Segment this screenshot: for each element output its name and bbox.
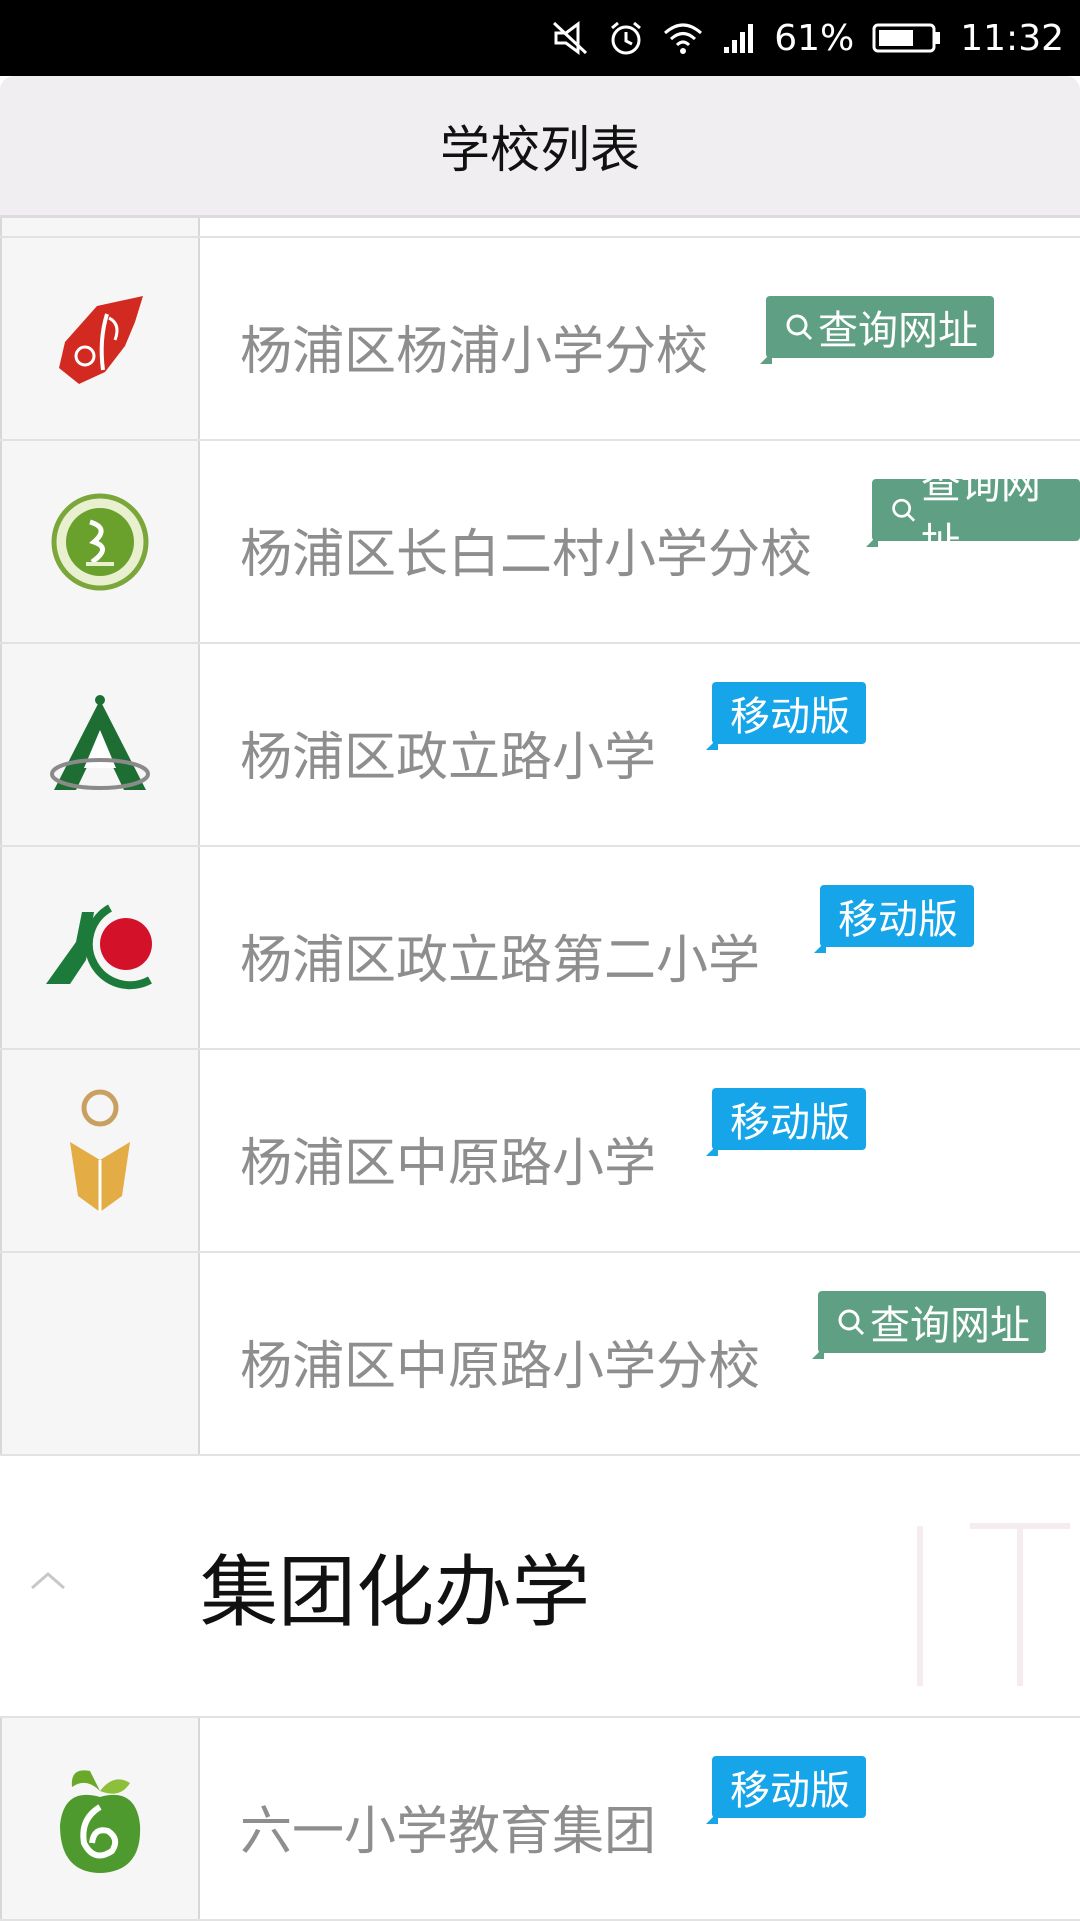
query-url-button[interactable]: 查询网址 [866, 462, 1080, 566]
green-apple-logo [0, 1718, 200, 1919]
search-icon [786, 314, 813, 341]
school-name: 杨浦区中原路小学分校 [240, 1337, 761, 1397]
green-a-logo [0, 644, 200, 845]
school-name: 杨浦区中原路小学 [240, 1134, 657, 1194]
school-row[interactable]: 杨浦区政立路第二小学 移动版 [0, 847, 1080, 1050]
wifi-icon [662, 18, 704, 58]
group-title: 集团化办学 [200, 1548, 591, 1638]
group-section-header[interactable]: 集团化办学 [0, 1456, 1080, 1718]
school-row[interactable]: 杨浦区中原路小学分校 查询网址 [0, 1253, 1080, 1456]
gold-figure-logo [0, 1050, 200, 1251]
page-header: 学校列表 [0, 76, 1080, 218]
mobile-version-button[interactable]: 移动版 [706, 682, 866, 750]
school-row[interactable]: 六一小学教育集团 移动版 [0, 1718, 1080, 1921]
mute-icon [552, 18, 590, 58]
query-url-button[interactable]: 查询网址 [760, 296, 994, 364]
clock: 11:32 [960, 17, 1064, 59]
tag-label: 移动版 [730, 1768, 850, 1814]
green-red-orb-logo [0, 847, 200, 1048]
mobile-version-button[interactable]: 移动版 [814, 885, 974, 953]
alarm-icon [608, 18, 644, 58]
school-name: 杨浦区杨浦小学分校 [240, 322, 709, 382]
page-title: 学校列表 [440, 120, 640, 179]
school-row[interactable]: 杨浦区长白二村小学分校 查询网址 [0, 441, 1080, 644]
school-name: 杨浦区政立路小学 [240, 728, 657, 788]
mobile-version-button[interactable]: 移动版 [706, 1088, 866, 1156]
chevron-up-icon[interactable] [28, 1568, 68, 1596]
status-bar: 61% 11:32 [0, 0, 1080, 76]
school-row[interactable]: 杨浦区中原路小学 移动版 [0, 1050, 1080, 1253]
green-seal-logo [0, 441, 200, 642]
tag-label: 查询网址 [920, 462, 1041, 566]
school-name: 杨浦区政立路第二小学 [240, 931, 761, 991]
partial-row [0, 218, 1080, 238]
query-url-button[interactable]: 查询网址 [812, 1291, 1046, 1359]
tag-label: 查询网址 [818, 308, 978, 354]
red-quill-logo [0, 238, 200, 439]
battery-icon [872, 18, 942, 58]
school-name: 杨浦区长白二村小学分校 [240, 525, 813, 585]
school-list: 杨浦区杨浦小学分校 查询网址 杨浦区长白二村小学分校 查询网址 杨浦区政立路小学… [0, 218, 1080, 1921]
signal-icon [722, 18, 756, 58]
school-row[interactable]: 杨浦区政立路小学 移动版 [0, 644, 1080, 847]
battery-percent: 61% [774, 17, 855, 59]
school-name: 六一小学教育集团 [240, 1802, 657, 1862]
tag-label: 移动版 [730, 694, 850, 740]
search-icon [892, 498, 916, 522]
mobile-version-button[interactable]: 移动版 [706, 1756, 866, 1824]
watermark-icon [900, 1516, 1080, 1700]
tag-label: 查询网址 [870, 1303, 1030, 1349]
search-icon [838, 1309, 865, 1336]
tag-label: 移动版 [838, 897, 958, 943]
school-row[interactable]: 杨浦区杨浦小学分校 查询网址 [0, 238, 1080, 441]
tag-label: 移动版 [730, 1100, 850, 1146]
logo-placeholder [0, 1253, 200, 1454]
